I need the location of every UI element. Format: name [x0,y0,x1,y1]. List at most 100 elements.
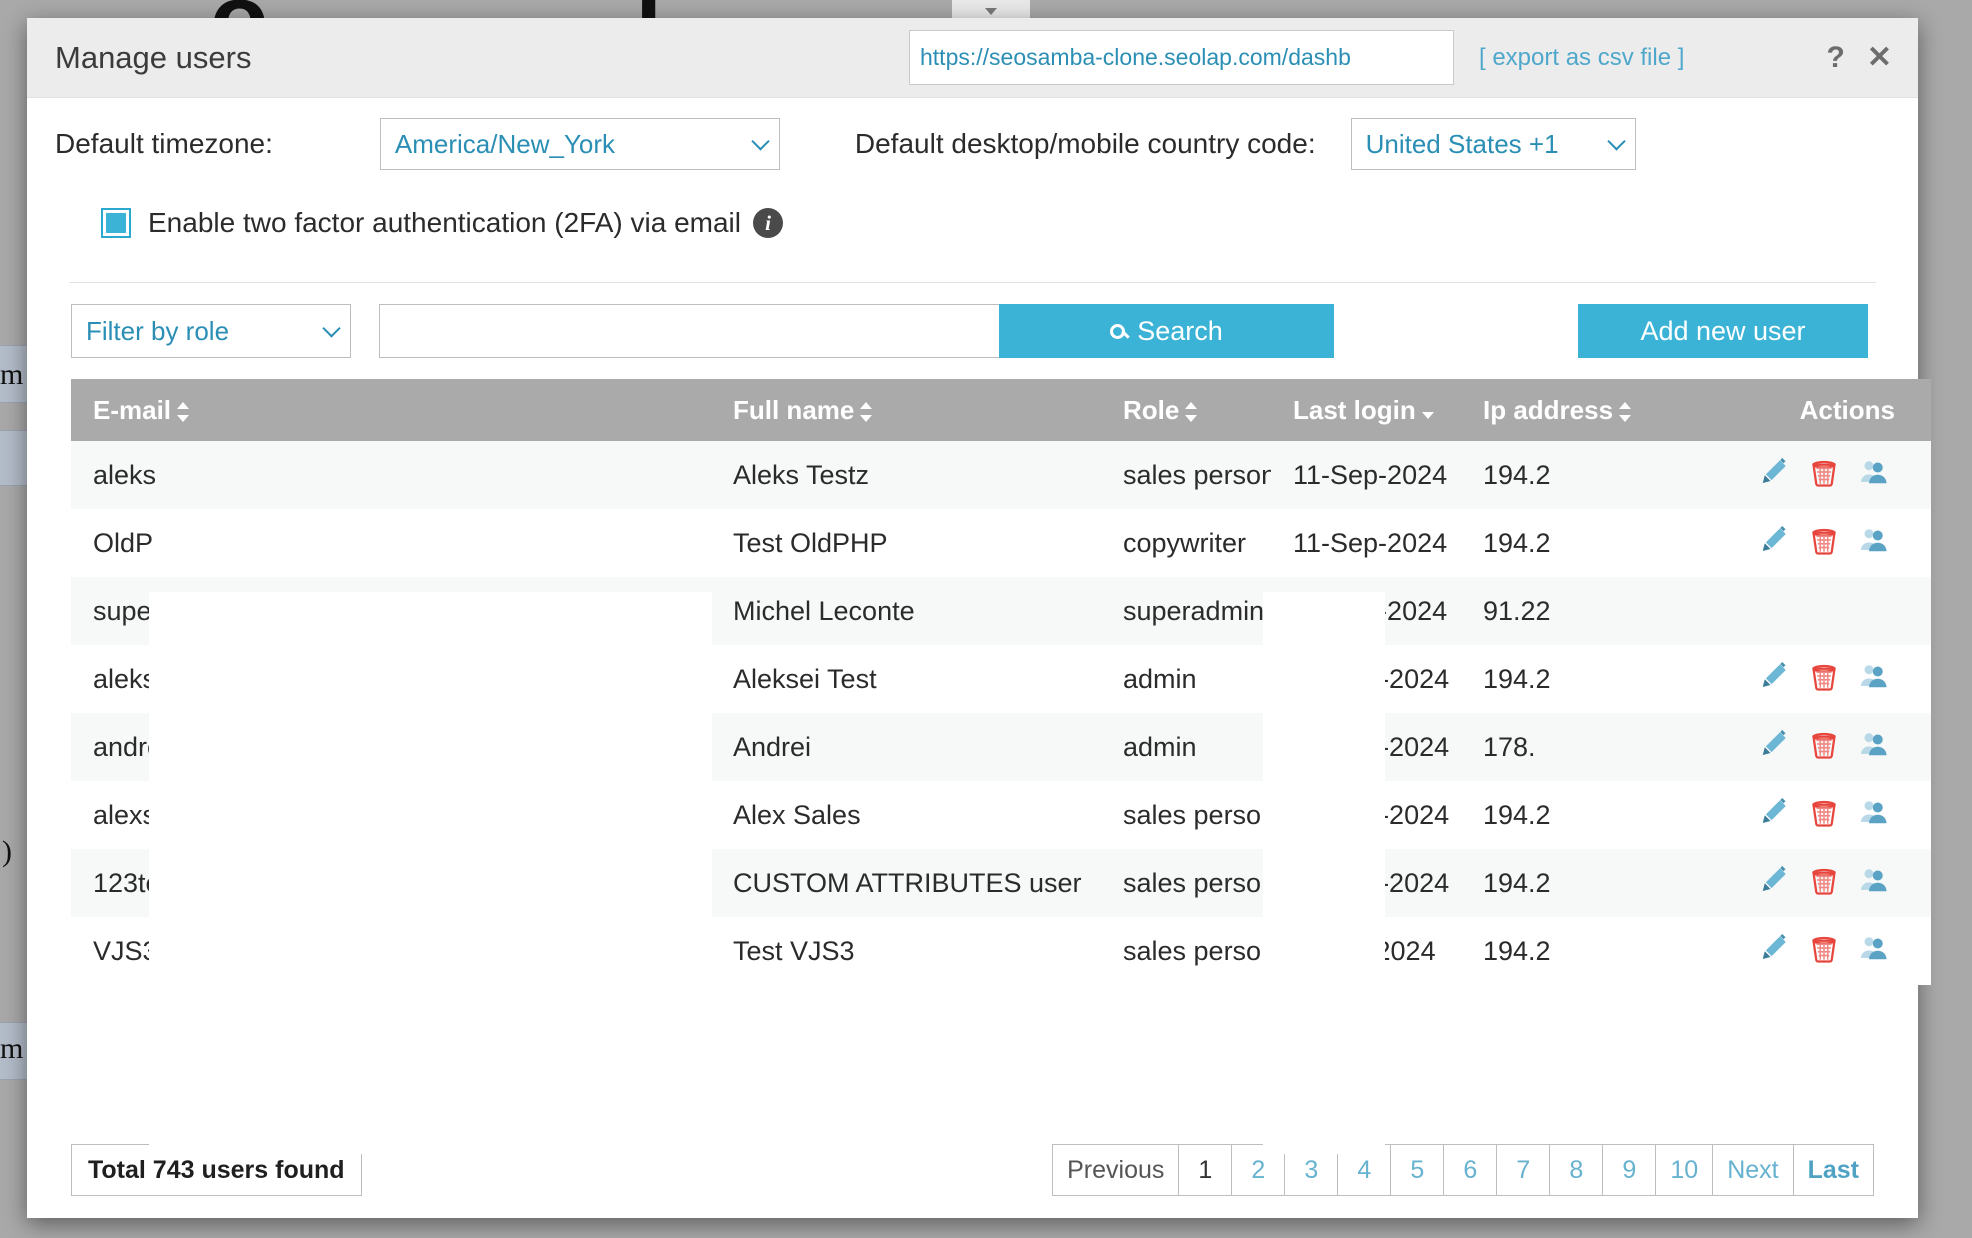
user-role-cell: superadmin [1101,577,1271,645]
role-filter-select[interactable]: Filter by role [71,304,351,358]
user-fullname-cell: Alex Sales [711,781,1101,849]
user-lastlogin-cell: 11-Sep-2024 [1271,577,1461,645]
search-input[interactable] [379,304,999,358]
impersonate-user-icon[interactable] [1859,933,1889,963]
edit-pencil-icon[interactable] [1759,729,1789,759]
pagination-item-1[interactable]: 1 [1178,1144,1233,1196]
edit-pencil-icon[interactable] [1759,525,1789,555]
user-fullname-cell: Aleks Testz [711,441,1101,509]
column-header-full-name[interactable]: Full name [711,379,1101,441]
pagination-item-7[interactable]: 7 [1496,1144,1551,1196]
user-fullname-cell: Michel Leconte [711,577,1101,645]
delete-trash-icon[interactable] [1809,661,1839,691]
timezone-label: Default timezone: [55,128,273,159]
user-actions-cell [1701,713,1931,781]
chevron-down-icon [1606,132,1626,151]
modal-body: Default timezone: America/New_York Defau… [27,98,1931,1154]
delete-trash-icon[interactable] [1809,457,1839,487]
user-email-cell: aleks [71,441,711,509]
edit-pencil-icon[interactable] [1759,933,1789,963]
user-ip-cell: 194.2 [1461,645,1701,713]
pagination-item-9[interactable]: 9 [1602,1144,1657,1196]
impersonate-user-icon[interactable] [1859,525,1889,555]
user-lastlogin-cell: 10-Sep-2024 [1271,713,1461,781]
user-actions-cell [1701,781,1931,849]
column-label: Full name [733,394,855,425]
user-actions-cell [1701,917,1931,985]
action-icon-group [1759,933,1889,963]
manage-users-modal: Manage users [ export as csv file ] ? ✕ … [27,18,1931,1218]
user-role-cell: sales person [1101,441,1271,509]
country-code-selected-value: United States +1 [1365,128,1559,159]
chevron-down-icon [322,319,341,338]
users-table-body: aleks Aleks Testz sales person 11-Sep-2024 1… [71,441,1931,985]
user-ip-cell: 194.2 [1461,441,1701,509]
delete-trash-icon[interactable] [1809,933,1839,963]
user-ip-cell: 194.2 [1461,849,1701,917]
sort-arrows-icon [860,401,873,423]
sort-arrows-icon [1619,401,1632,423]
user-actions-cell [1701,441,1931,509]
chevron-down-icon [751,132,770,151]
search-group: Search [379,304,1334,358]
pagination-item-2[interactable]: 2 [1231,1144,1286,1196]
help-icon[interactable]: ? [1827,42,1845,73]
column-header-ip-address[interactable]: Ip address [1461,379,1701,441]
user-email-cell: OldP [71,509,711,577]
user-email-cell: alexs [71,781,711,849]
delete-trash-icon[interactable] [1809,865,1839,895]
table-row: VJS3 Test VJS3 sales person 17-Jul-2024 194.… [71,917,1931,985]
pagination-item-4[interactable]: 4 [1337,1144,1392,1196]
column-header-email[interactable]: E-mail [71,379,711,441]
impersonate-user-icon[interactable] [1859,797,1889,827]
user-role-cell: admin [1101,645,1271,713]
edit-pencil-icon[interactable] [1759,457,1789,487]
total-users-badge: Total 743 users found [71,1144,362,1196]
impersonate-user-icon[interactable] [1859,865,1889,895]
pagination-item-5[interactable]: 5 [1390,1144,1445,1196]
edit-pencil-icon[interactable] [1759,865,1789,895]
pagination-item-8[interactable]: 8 [1549,1144,1604,1196]
table-row: alexs Alex Sales sales person 29-Aug-2024 19… [71,781,1931,849]
user-email-cell: VJS3 [71,917,711,985]
edit-pencil-icon[interactable] [1759,661,1789,691]
country-code-select[interactable]: United States +1 [1350,118,1636,170]
url-input[interactable] [920,44,1443,71]
sort-arrows-icon [1185,401,1198,423]
delete-trash-icon[interactable] [1809,525,1839,555]
column-header-last-login[interactable]: Last login [1271,379,1461,441]
impersonate-user-icon[interactable] [1859,729,1889,759]
impersonate-user-icon[interactable] [1859,661,1889,691]
add-user-button[interactable]: Add new user [1578,304,1868,358]
action-icon-group [1759,525,1889,555]
pagination-item-3[interactable]: 3 [1284,1144,1339,1196]
delete-trash-icon[interactable] [1809,797,1839,827]
timezone-select[interactable]: America/New_York [379,118,780,170]
users-table: E-mail Full name Role Last login Ip addr… [71,379,1931,985]
page-title: Manage users [55,39,252,75]
table-row: OldP Test OldPHP copywriter 11-Sep-2024 194.… [71,509,1931,577]
column-header-actions: Actions [1701,379,1931,441]
user-lastlogin-cell: 11-Sep-2024 [1271,441,1461,509]
close-icon[interactable]: ✕ [1867,42,1892,73]
search-button-label: Search [1137,315,1223,346]
two-factor-auth-checkbox[interactable] [101,208,131,238]
impersonate-user-icon[interactable] [1859,457,1889,487]
url-field-wrapper[interactable] [909,30,1454,85]
pagination-item-last[interactable]: Last [1792,1144,1874,1196]
pagination-item-10[interactable]: 10 [1655,1144,1714,1196]
pagination-item-next[interactable]: Next [1712,1144,1794,1196]
info-icon[interactable]: i [752,208,783,238]
table-header-row: E-mail Full name Role Last login Ip addr… [71,379,1931,441]
search-icon [1110,323,1126,339]
modal-footer: Total 743 users found Previous 1 2 3 4 5 6 7 8 9 1… [55,1144,1890,1196]
pagination-item-6[interactable]: 6 [1443,1144,1498,1196]
user-role-cell: sales person [1101,849,1271,917]
column-label: Actions [1799,394,1895,425]
delete-trash-icon[interactable] [1809,729,1839,759]
table-row: 123te CUSTOM ATTRIBUTES user sales person 1… [71,849,1931,917]
export-csv-link[interactable]: [ export as csv file ] [1479,44,1684,72]
edit-pencil-icon[interactable] [1759,797,1789,827]
column-header-role[interactable]: Role [1101,379,1271,441]
search-button[interactable]: Search [999,304,1334,358]
